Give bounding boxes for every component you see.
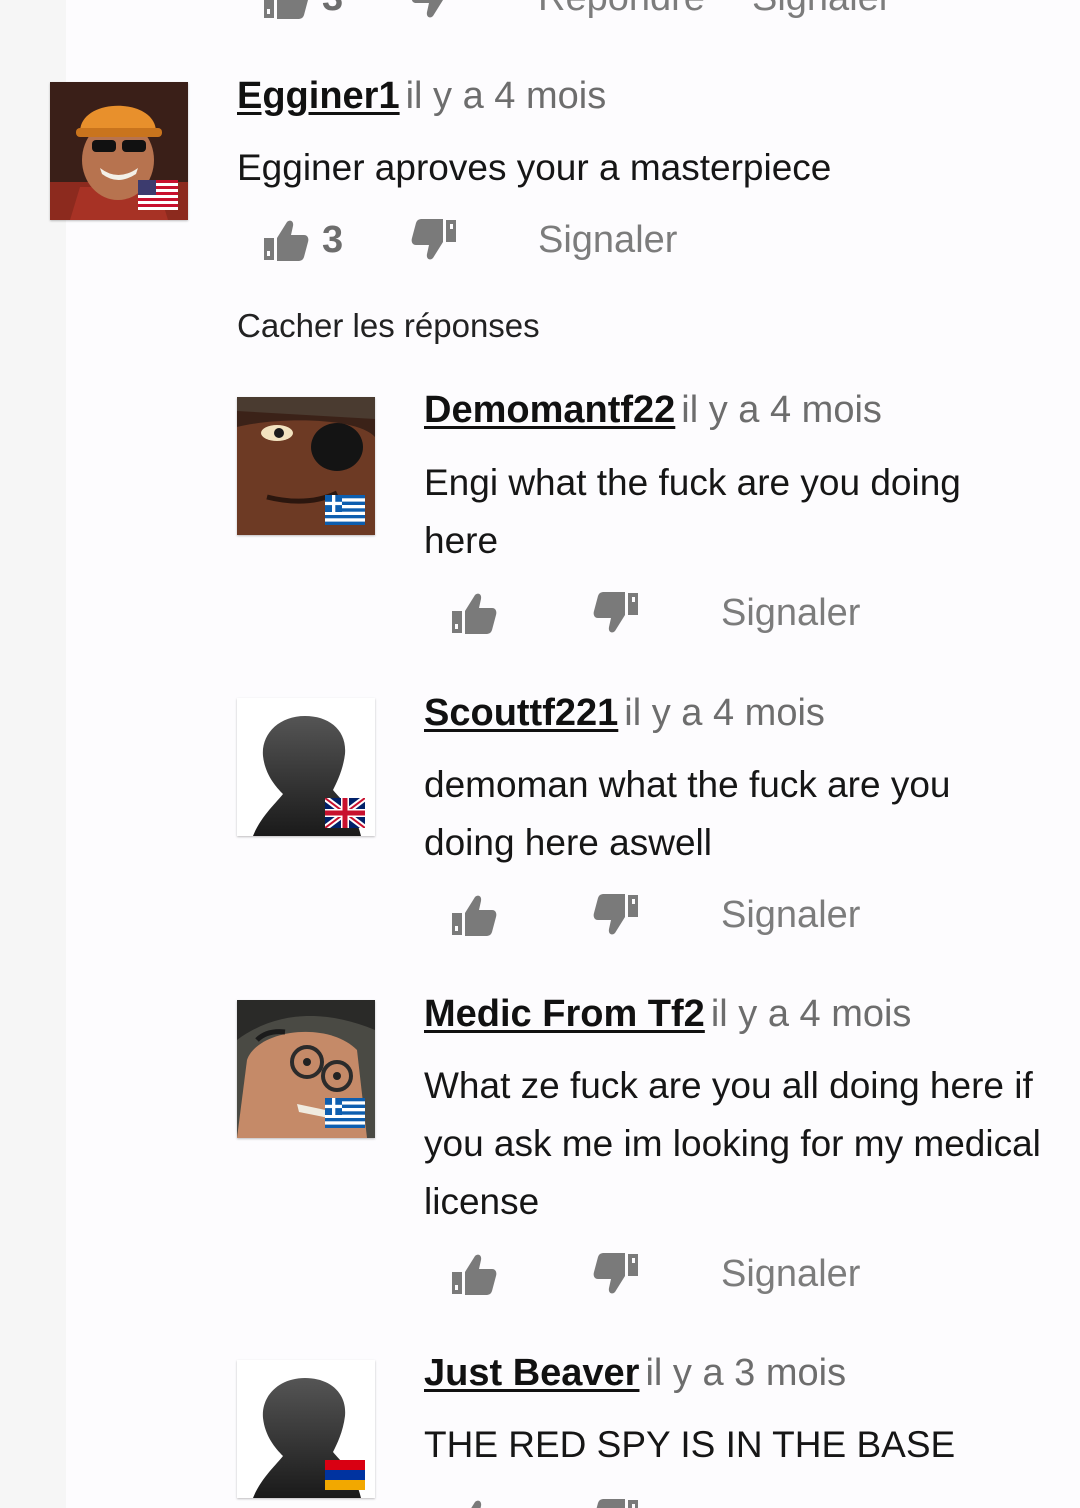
thumb-up-icon[interactable] bbox=[262, 216, 310, 264]
reply-text: Engi what the fuck are you doing here bbox=[424, 462, 961, 561]
like-count: 3 bbox=[322, 219, 344, 261]
report-button[interactable]: Signaler bbox=[721, 1250, 860, 1298]
avatar-medic-from-tf2[interactable] bbox=[237, 1000, 375, 1138]
thumb-down-icon[interactable] bbox=[592, 589, 640, 637]
reply-header: Scouttf221 il y a 4 mois bbox=[424, 691, 825, 743]
left-margin bbox=[0, 0, 66, 1508]
avatar-demomantf22[interactable] bbox=[237, 397, 375, 535]
timestamp: il y a 3 mois bbox=[645, 1352, 847, 1394]
us-flag-icon bbox=[138, 180, 178, 210]
greece-flag-icon bbox=[325, 1098, 365, 1128]
author-name[interactable]: Scouttf221 bbox=[424, 692, 618, 734]
previous-comment-actions: 3 Répondre Signaler bbox=[262, 0, 962, 24]
reply-header: Demomantf22 il y a 4 mois bbox=[424, 388, 882, 440]
uk-flag-icon bbox=[325, 798, 365, 828]
reply-text: THE RED SPY IS IN THE BASE bbox=[424, 1424, 956, 1465]
author-name[interactable]: Just Beaver bbox=[424, 1352, 639, 1394]
avatar-scouttf221[interactable] bbox=[237, 698, 375, 836]
comment-header: Egginer1 il y a 4 mois bbox=[237, 74, 606, 126]
author-name[interactable]: Medic From Tf2 bbox=[424, 993, 705, 1035]
reply-actions: Signaler bbox=[450, 589, 950, 639]
avatar-egginer1[interactable] bbox=[50, 82, 188, 220]
reply-header: Medic From Tf2 il y a 4 mois bbox=[424, 992, 911, 1044]
thumb-down-icon[interactable] bbox=[410, 216, 458, 264]
author-name[interactable]: Demomantf22 bbox=[424, 389, 675, 431]
avatar-just-beaver[interactable] bbox=[237, 1360, 375, 1498]
author-name[interactable]: Egginer1 bbox=[237, 75, 400, 117]
reply-text: demoman what the fuck are you doing here… bbox=[424, 764, 951, 863]
report-button[interactable]: Signaler bbox=[752, 0, 891, 22]
thumb-up-icon[interactable] bbox=[262, 0, 310, 22]
reply-actions bbox=[450, 1496, 950, 1508]
report-button[interactable]: Signaler bbox=[721, 891, 860, 939]
timestamp: il y a 4 mois bbox=[624, 692, 825, 734]
timestamp: il y a 4 mois bbox=[405, 75, 607, 117]
reply-button[interactable]: Répondre bbox=[538, 0, 705, 22]
thumb-down-icon[interactable] bbox=[592, 891, 640, 939]
thumb-up-icon[interactable] bbox=[450, 589, 498, 637]
report-button[interactable]: Signaler bbox=[538, 216, 677, 264]
reply-header: Just Beaver il y a 3 mois bbox=[424, 1351, 846, 1403]
thumb-down-icon[interactable] bbox=[592, 1496, 640, 1508]
thumb-down-icon[interactable] bbox=[592, 1250, 640, 1298]
report-button[interactable]: Signaler bbox=[721, 589, 860, 637]
greece-flag-icon bbox=[325, 495, 365, 525]
comment-text: Egginer aproves your a masterpiece bbox=[237, 147, 832, 188]
thumb-up-icon[interactable] bbox=[450, 891, 498, 939]
hide-replies-button[interactable]: Cacher les réponses bbox=[237, 304, 540, 348]
like-count: 3 bbox=[322, 0, 343, 22]
timestamp: il y a 4 mois bbox=[681, 389, 882, 431]
thumb-up-icon[interactable] bbox=[450, 1496, 498, 1508]
comment-actions: 3 Signaler bbox=[262, 216, 762, 266]
timestamp: il y a 4 mois bbox=[710, 993, 912, 1035]
thumb-up-icon[interactable] bbox=[450, 1250, 498, 1298]
thumb-down-icon[interactable] bbox=[410, 0, 458, 22]
reply-actions: Signaler bbox=[450, 891, 950, 941]
armenia-flag-icon bbox=[325, 1460, 365, 1490]
reply-text: What ze fuck are you all doing here if y… bbox=[424, 1065, 1041, 1222]
reply-actions: Signaler bbox=[450, 1250, 950, 1300]
